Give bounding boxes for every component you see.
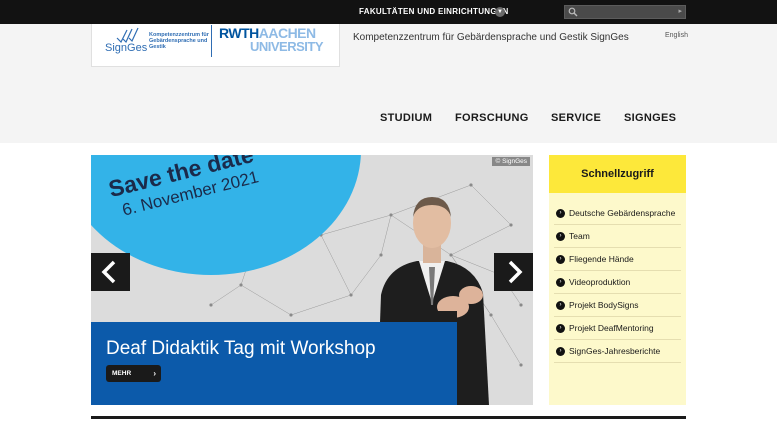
quick-link[interactable]: › Projekt BodySigns	[554, 294, 681, 317]
chevron-right-icon: ›	[556, 278, 565, 287]
quick-link-label: Projekt DeafMentoring	[569, 323, 654, 333]
chevron-right-icon: ›	[556, 324, 565, 333]
nav-studium[interactable]: STUDIUM	[380, 112, 432, 124]
signges-subtitle: Kompetenzzentrum für Gebärdensprache und…	[149, 32, 209, 50]
quick-access-title: Schnellzugriff	[581, 168, 654, 180]
top-bar: FAKULTÄTEN UND EINRICHTUNGEN ▼ ▸	[0, 0, 777, 24]
nav-service[interactable]: SERVICE	[551, 112, 601, 124]
slide-caption: Deaf Didaktik Tag mit Workshop MEHR ›	[91, 322, 457, 405]
language-link[interactable]: English	[665, 32, 688, 39]
site-logo[interactable]: SignGes Kompetenzzentrum für Gebärdenspr…	[91, 24, 340, 67]
chevron-down-icon[interactable]: ▼	[495, 7, 505, 17]
quick-link-label: Fliegende Hände	[569, 254, 634, 264]
logo-divider	[211, 25, 212, 57]
quick-link-label: Team	[569, 231, 590, 241]
chevron-left-icon	[101, 260, 116, 284]
quick-access-panel: Schnellzugriff › Deutsche Gebärdensprache…	[549, 155, 686, 405]
faculties-menu[interactable]: FAKULTÄTEN UND EINRICHTUNGEN	[359, 7, 509, 16]
slide-title: Deaf Didaktik Tag mit Workshop	[106, 338, 376, 359]
quick-access-header: Schnellzugriff	[549, 155, 686, 193]
chevron-right-icon: ›	[556, 301, 565, 310]
more-button[interactable]: MEHR ›	[106, 365, 161, 382]
quick-link-label: Projekt BodySigns	[569, 300, 639, 310]
quick-link[interactable]: › Deutsche Gebärdensprache	[554, 202, 681, 225]
chevron-right-icon: ›	[556, 232, 565, 241]
image-copyright: © SignGes	[492, 157, 530, 166]
quick-link-label: Videoproduktion	[569, 277, 631, 287]
search-box: ▸	[564, 5, 686, 19]
chevron-right-icon	[508, 260, 523, 284]
chevron-right-icon: ›	[556, 255, 565, 264]
search-submit-icon[interactable]: ▸	[678, 7, 682, 15]
nav-signges[interactable]: SIGNGES	[624, 112, 676, 124]
quick-link[interactable]: › Projekt DeafMentoring	[554, 317, 681, 340]
university-text: UNIVERSITY	[250, 39, 324, 54]
signges-logo: SignGes	[105, 26, 147, 60]
chevron-right-icon: ›	[556, 347, 565, 356]
quick-link-label: SignGes-Jahresberichte	[569, 346, 661, 356]
quick-link[interactable]: › Videoproduktion	[554, 271, 681, 294]
chevron-right-icon: ›	[556, 209, 565, 218]
search-icon[interactable]	[568, 7, 578, 17]
quick-link[interactable]: › SignGes-Jahresberichte	[554, 340, 681, 363]
hero-slider: Save the date 6. November 2021 © SignGes…	[91, 155, 533, 405]
quick-link[interactable]: › Team	[554, 225, 681, 248]
search-input[interactable]	[581, 6, 673, 18]
more-label: MEHR	[112, 370, 132, 377]
more-chevron-icon: ›	[153, 369, 156, 378]
content-divider	[91, 416, 686, 419]
quick-access-list: › Deutsche Gebärdensprache › Team › Fliegen…	[554, 202, 681, 363]
quick-link[interactable]: › Fliegende Hände	[554, 248, 681, 271]
header: SignGes Kompetenzzentrum für Gebärdenspr…	[0, 24, 777, 143]
slider-next-button[interactable]	[494, 253, 533, 291]
signges-wordmark: SignGes	[105, 42, 148, 54]
site-title: Kompetenzzentrum für Gebärdensprache und…	[353, 32, 629, 43]
quick-link-label: Deutsche Gebärdensprache	[569, 208, 676, 218]
nav-forschung[interactable]: FORSCHUNG	[455, 112, 529, 124]
slider-prev-button[interactable]	[91, 253, 130, 291]
